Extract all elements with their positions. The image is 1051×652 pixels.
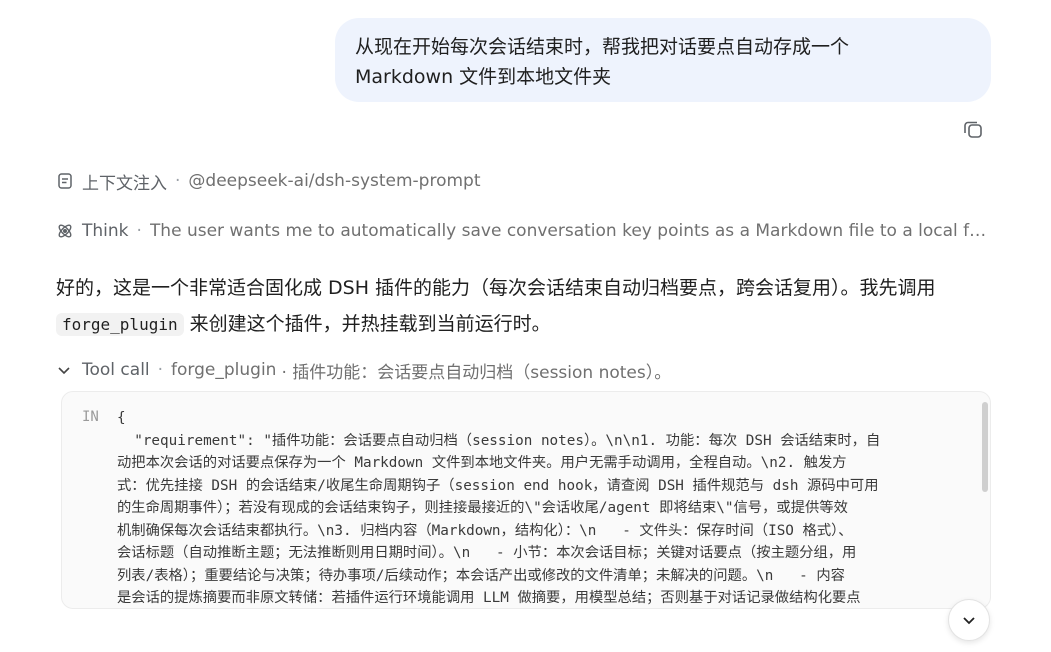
separator: ·: [136, 221, 142, 241]
code-line: "requirement": "插件功能：会话要点自动归档（session no…: [117, 432, 881, 449]
scroll-to-bottom-button[interactable]: [948, 599, 990, 641]
tool-call-header[interactable]: Tool call · forge_plugin · 插件功能：会话要点自动归档…: [56, 358, 672, 383]
tool-name: forge_plugin: [171, 360, 277, 380]
think-icon: [56, 222, 74, 240]
tool-description: · 插件功能：会话要点自动归档（session notes）。: [281, 362, 672, 383]
user-message-bubble: 从现在开始每次会话结束时，帮我把对话要点自动存成一个 Markdown 文件到本…: [335, 18, 991, 102]
think-row[interactable]: Think · The user wants me to automatical…: [56, 219, 992, 243]
code-line: 机制确保每次会话结束都执行。\n3. 归档内容（Markdown，结构化）：\n…: [117, 522, 853, 539]
answer-line-2: forge_plugin 来创建这个插件，并热挂载到当前运行时。: [56, 306, 996, 343]
tool-call-label: Tool call: [82, 360, 150, 380]
code-line: {: [117, 410, 126, 426]
copy-button[interactable]: [962, 118, 984, 140]
code-line: 动把本次会话的对话要点保存为一个 Markdown 文件到本地文件夹。用户无需手…: [117, 455, 847, 471]
context-injection-row[interactable]: 上下文注入 · @deepseek-ai/dsh-system-prompt: [56, 169, 481, 194]
separator: ·: [157, 360, 164, 380]
code-line: 是会话的提炼摘要而非原文转储：若插件运行环境能调用 LLM 做摘要，用模型总结；…: [117, 590, 861, 606]
code-line: 会话标题（自动推断主题；无法推断则用日期时间）。\n - 小节：本次会话目标；关…: [117, 545, 857, 561]
assistant-answer: 好的，这是一个非常适合固化成 DSH 插件的能力（每次会话结束自动归档要点，跨会…: [56, 270, 996, 343]
answer-line-2-text: 来创建这个插件，并热挂载到当前运行时。: [183, 313, 551, 335]
user-message-line: Markdown 文件到本地文件夹: [355, 66, 612, 88]
code-line: 列表/表格）；重要结论与决策；待办事项/后续动作；本会话产出或修改的文件清单；未…: [117, 567, 845, 584]
inline-code: forge_plugin: [56, 313, 184, 336]
context-value: @deepseek-ai/dsh-system-prompt: [188, 171, 481, 191]
user-message-line: 从现在开始每次会话结束时，帮我把对话要点自动存成一个: [355, 36, 850, 58]
document-icon: [56, 172, 74, 190]
tool-input-code: { "requirement": "插件功能：会话要点自动归档（session …: [117, 407, 965, 608]
separator: ·: [175, 171, 181, 191]
think-label: Think: [82, 221, 129, 241]
copy-icon: [964, 121, 982, 138]
context-label: 上下文注入: [82, 173, 167, 194]
chevron-down-icon: [963, 617, 975, 625]
answer-line-1: 好的，这是一个非常适合固化成 DSH 插件的能力（每次会话结束自动归档要点，跨会…: [56, 277, 936, 299]
code-line: 的生命周期事件）；若没有现成的会话结束钩子，则挂接最接近的\"会话收尾/agen…: [117, 500, 848, 516]
tool-call-input-panel: IN { "requirement": "插件功能：会话要点自动归档（sessi…: [61, 391, 991, 609]
think-summary: The user wants me to automatically save …: [149, 221, 992, 241]
chevron-down-icon[interactable]: [56, 362, 72, 378]
code-line: 式：优先挂接 DSH 的会话结束/收尾生命周期钩子（session end ho…: [117, 477, 879, 494]
code-scrollbar[interactable]: [982, 402, 988, 492]
input-label: IN: [82, 409, 99, 425]
